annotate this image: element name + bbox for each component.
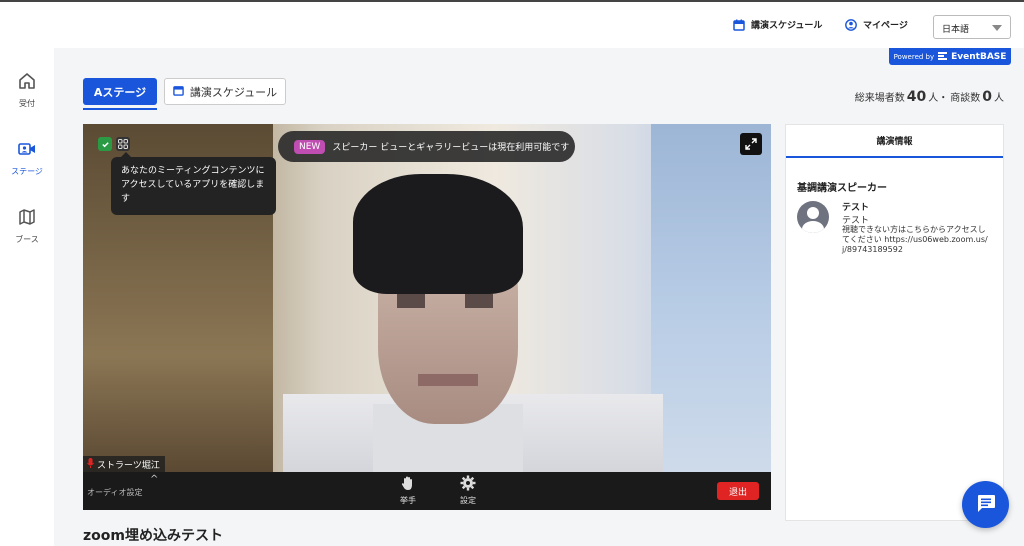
powered-by-brand: EventBASE xyxy=(951,51,1007,62)
video-camera-icon xyxy=(18,140,36,160)
header-mypage-label: マイページ xyxy=(863,21,908,31)
avatar xyxy=(797,201,829,233)
language-select[interactable]: 日本語 xyxy=(933,15,1011,39)
hand-icon xyxy=(400,475,416,493)
eventbase-logo-icon xyxy=(938,51,948,62)
settings-button[interactable]: 設定 xyxy=(460,475,476,506)
chevron-up-icon[interactable]: ^ xyxy=(150,474,158,485)
participant-name-tag: ストラーツ堀江 xyxy=(83,456,165,472)
tab-stage-a[interactable]: Aステージ xyxy=(83,78,157,105)
home-icon xyxy=(18,72,36,92)
participant-eyes xyxy=(393,294,503,314)
sidebar-item-label: ステージ xyxy=(11,167,43,176)
speaker-description[interactable]: 視聴できない方はこちらからアクセスしてください https://us06web.… xyxy=(842,225,990,255)
chat-bubble-icon xyxy=(975,492,997,518)
participant-name: ストラーツ堀江 xyxy=(97,460,160,471)
top-header: 講演スケジュール マイページ 日本語 xyxy=(0,2,1024,48)
chevron-down-icon xyxy=(992,25,1002,31)
sidebar-item-label: 受付 xyxy=(19,99,35,108)
apps-grid-icon[interactable] xyxy=(116,137,130,151)
attendance-counts: 総来場者数 40 人・ 商談数 0 人 xyxy=(855,89,1004,105)
info-panel-title: 講演情報 xyxy=(786,125,1003,158)
sidebar-item-reception[interactable]: 受付 xyxy=(0,72,54,109)
visitors-unit: 人・ xyxy=(928,93,949,104)
meetings-unit: 人 xyxy=(994,93,1004,104)
expand-icon xyxy=(745,135,757,154)
calendar-icon xyxy=(173,85,184,99)
header-schedule-link[interactable]: 講演スケジュール xyxy=(733,18,822,31)
header-mypage-link[interactable]: マイページ xyxy=(845,18,908,31)
settings-label: 設定 xyxy=(460,496,476,505)
calendar-icon xyxy=(733,19,745,31)
meeting-controls-bar: ^ オーディオ設定 挙手 設定 退出 xyxy=(83,472,771,510)
participant-hair xyxy=(353,174,523,294)
tab-active-underline xyxy=(83,108,157,110)
security-badges xyxy=(98,137,130,151)
participant-mouth xyxy=(418,374,478,386)
sidebar-item-stage[interactable]: ステージ xyxy=(0,140,54,177)
tab-schedule-label: 講演スケジュール xyxy=(189,85,278,99)
header-schedule-label: 講演スケジュール xyxy=(751,21,823,31)
audio-settings-button[interactable]: オーディオ設定 xyxy=(87,487,142,498)
sidebar-item-booth[interactable]: ブース xyxy=(0,208,54,245)
map-icon xyxy=(18,208,36,228)
new-feature-banner: NEW スピーカー ビューとギャラリービューは現在利用可能です xyxy=(278,131,575,162)
powered-by-prefix: Powered by xyxy=(893,52,935,61)
banner-text: スピーカー ビューとギャラリービューは現在利用可能です xyxy=(332,143,570,153)
chat-button[interactable] xyxy=(962,481,1009,528)
speaker-section-title: 基調講演スピーカー xyxy=(797,183,887,194)
tab-schedule[interactable]: 講演スケジュール xyxy=(164,78,286,105)
sidebar-item-label: ブース xyxy=(15,235,39,244)
raise-hand-button[interactable]: 挙手 xyxy=(400,475,416,506)
raise-hand-label: 挙手 xyxy=(400,496,416,505)
visitors-value: 40 xyxy=(906,89,927,105)
gear-icon xyxy=(460,475,476,493)
apps-tooltip: あなたのミーティングコンテンツにアクセスしているアプリを確認します xyxy=(111,152,276,215)
mic-muted-icon xyxy=(87,457,94,471)
visitors-label: 総来場者数 xyxy=(854,93,905,104)
powered-by-badge: Powered by EventBASE xyxy=(889,48,1011,65)
speaker-name: テスト xyxy=(842,203,870,213)
session-info-panel: 講演情報 基調講演スピーカー テスト テスト 視聴できない方はこちらからアクセス… xyxy=(785,124,1004,521)
sidebar: 受付 ステージ ブース xyxy=(0,48,54,546)
user-circle-icon xyxy=(845,18,857,31)
language-value: 日本語 xyxy=(942,25,970,35)
new-badge: NEW xyxy=(294,139,326,154)
shield-check-icon[interactable] xyxy=(98,137,112,151)
zoom-video-embed[interactable]: あなたのミーティングコンテンツにアクセスしているアプリを確認します NEW スピ… xyxy=(83,124,771,510)
meetings-label: 商談数 xyxy=(950,93,981,104)
video-background-right xyxy=(651,124,771,510)
meetings-value: 0 xyxy=(982,89,992,105)
fullscreen-button[interactable] xyxy=(740,133,762,155)
leave-button[interactable]: 退出 xyxy=(717,482,759,500)
page-title: zoom埋め込みテスト xyxy=(83,528,223,544)
